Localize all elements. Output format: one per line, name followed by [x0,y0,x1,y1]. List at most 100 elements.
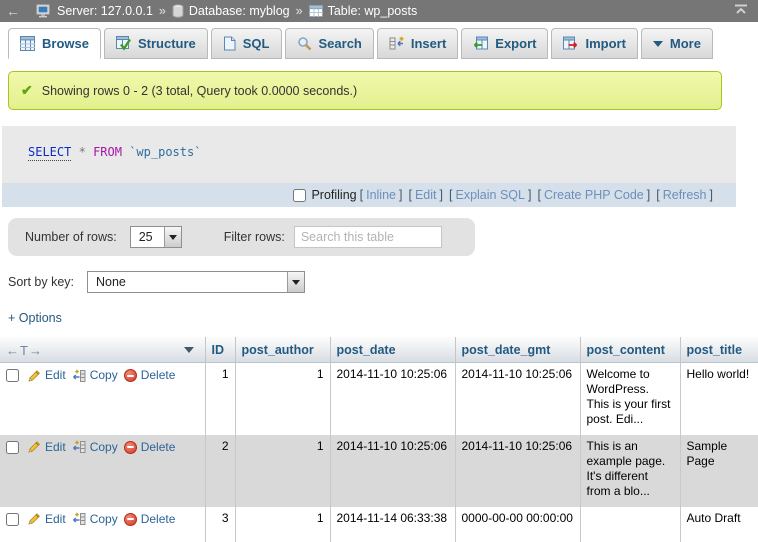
sort-by-key-row: Sort by key: None [8,271,758,293]
success-check-icon: ✔ [21,82,33,99]
row-copy-link[interactable]: Copy [72,512,118,527]
tab-sql[interactable]: SQL [211,28,282,59]
cell-id: 3 [205,507,235,542]
tab-export[interactable]: Export [461,28,548,59]
row-select-checkbox[interactable] [6,369,19,382]
bracket: [ [360,188,363,202]
tab-import[interactable]: Import [551,28,637,59]
copy-label: Copy [90,368,118,383]
with-selected-dropdown-icon[interactable] [184,347,194,358]
refresh-link[interactable]: Refresh [663,188,707,202]
delete-label: Delete [141,440,176,455]
edit-query-link[interactable]: Edit [415,188,437,202]
table-icon [309,5,323,17]
cell-post-author: 1 [235,435,330,507]
success-message: ✔ Showing rows 0 - 2 (3 total, Query too… [8,71,722,110]
cell-post-date-gmt: 2014-11-10 10:25:06 [455,435,580,507]
back-arrow-icon[interactable]: ← [6,3,20,19]
dropdown-arrow-icon [287,272,304,292]
filter-search-input[interactable] [294,226,442,248]
row-select-checkbox[interactable] [6,441,19,454]
table-row: Edit Copy Delete 2 1 2014-11-10 10:25:06… [0,435,758,507]
options-toggle-link[interactable]: + Options [8,311,62,325]
copy-label: Copy [90,512,118,527]
tab-browse[interactable]: Browse [8,28,101,59]
cell-post-date-gmt: 0000-00-00 00:00:00 [455,507,580,542]
tab-browse-label: Browse [42,36,89,51]
breadcrumb-separator: » [296,4,303,18]
row-select-checkbox[interactable] [6,513,19,526]
delete-icon [124,441,137,454]
column-header-post-date[interactable]: post_date [330,337,455,363]
tab-structure-label: Structure [138,36,196,51]
column-header-post-title[interactable]: post_title [680,337,758,363]
cell-post-date: 2014-11-14 06:33:38 [330,507,455,542]
copy-icon [72,369,86,383]
sort-key-select[interactable]: None [87,271,305,293]
copy-icon [72,512,86,526]
explain-sql-link[interactable]: Explain SQL [455,188,524,202]
tab-structure[interactable]: Structure [104,28,208,59]
export-icon [473,36,488,51]
cell-post-author: 1 [235,507,330,542]
query-links-bar: Profiling [Inline] [Edit] [Explain SQL] … [2,183,736,207]
collapse-icon[interactable] [734,4,748,18]
copy-icon [72,440,86,454]
sql-keyword-select[interactable]: SELECT [28,145,71,161]
pencil-icon [27,440,41,454]
tab-insert[interactable]: Insert [377,28,458,59]
search-icon [297,36,312,51]
filter-rows-label: Filter rows: [224,230,285,244]
row-delete-link[interactable]: Delete [124,440,176,455]
pencil-icon [27,369,41,383]
profiling-checkbox[interactable] [293,189,306,202]
row-edit-link[interactable]: Edit [27,368,66,383]
bracket: ] [528,188,531,202]
column-header-post-author[interactable]: post_author [235,337,330,363]
column-header-post-content[interactable]: post_content [580,337,680,363]
bracket: ] [399,188,402,202]
tab-more[interactable]: More [641,28,713,59]
cell-post-content: This is an example page. It's different … [580,435,680,507]
sql-keyword-from: FROM [93,145,122,159]
num-rows-label: Number of rows: [25,230,117,244]
row-edit-link[interactable]: Edit [27,440,66,455]
tab-sql-label: SQL [243,36,270,51]
tab-import-label: Import [585,36,625,51]
table-row: Edit Copy Delete 1 1 2014-11-10 10:25:06… [0,363,758,435]
rows-per-page-value: 25 [131,227,164,247]
cell-post-title: Hello world! [680,363,758,435]
tab-export-label: Export [495,36,536,51]
row-edit-link[interactable]: Edit [27,512,66,527]
column-header-post-date-gmt[interactable]: post_date_gmt [455,337,580,363]
breadcrumb-table-label: Table: wp_posts [328,4,418,18]
column-header-id[interactable]: ID [205,337,235,363]
rows-per-page-select[interactable]: 25 [130,226,182,248]
breadcrumb-database[interactable]: Database: myblog [172,4,290,18]
chevron-down-icon [653,41,663,52]
dropdown-arrow-icon [164,227,181,247]
results-table: ←T→ ID post_author post_date post_date_g… [0,337,758,542]
table-row: Edit Copy Delete 3 1 2014-11-14 06:33:38… [0,507,758,542]
bracket: ] [647,188,650,202]
header-actions-cell: ←T→ [0,337,205,363]
tab-insert-label: Insert [411,36,446,51]
edit-label: Edit [45,512,66,527]
row-actions-cell: Edit Copy Delete [0,435,205,507]
profiling-label: Profiling [311,188,356,202]
bracket: [ [537,188,540,202]
table-header-row: ←T→ ID post_author post_date post_date_g… [0,337,758,363]
row-delete-link[interactable]: Delete [124,512,176,527]
transpose-widget[interactable]: ←T→ [6,343,43,358]
tab-search[interactable]: Search [285,28,374,59]
inline-link[interactable]: Inline [366,188,396,202]
row-copy-link[interactable]: Copy [72,368,118,383]
breadcrumb-table[interactable]: Table: wp_posts [309,4,418,18]
breadcrumb-server[interactable]: Server: 127.0.0.1 [36,4,153,19]
row-delete-link[interactable]: Delete [124,368,176,383]
sql-table-ref: `wp_posts` [129,145,201,159]
import-icon [563,36,578,51]
row-copy-link[interactable]: Copy [72,440,118,455]
create-php-code-link[interactable]: Create PHP Code [544,188,644,202]
delete-icon [124,513,137,526]
